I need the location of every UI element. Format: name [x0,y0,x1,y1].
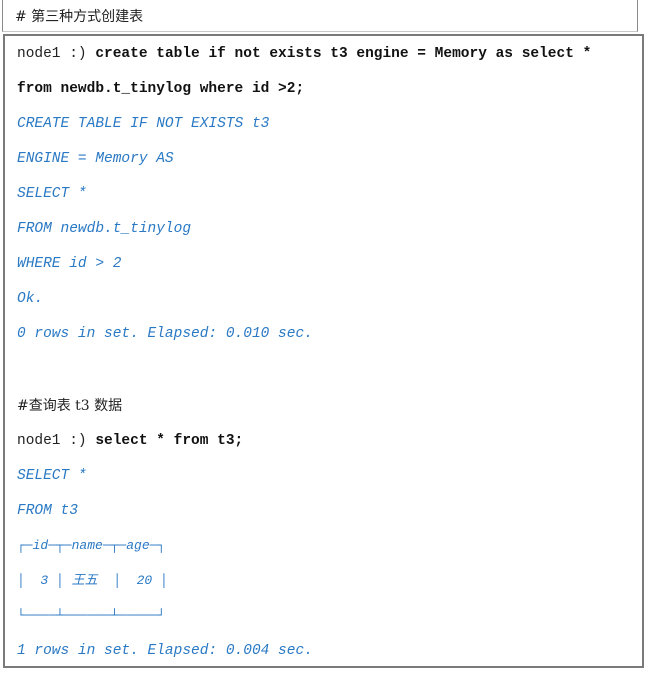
command-text: create table if not exists t3 engine = M… [95,46,592,62]
comment-line: #查询表 t3 数据 [17,398,123,414]
output-line: WHERE id > 2 [17,256,122,272]
command-line-2: from newdb.t_tinylog where id >2; [17,81,305,97]
result-table-header: ┌─id─┬─name─┬─age─┐ [17,538,166,553]
output-line: SELECT * [17,186,87,202]
elapsed-summary: 0 rows in set. Elapsed: 0.010 sec. [17,326,313,342]
output-line: FROM newdb.t_tinylog [17,221,192,237]
output-line: ENGINE = Memory AS [17,151,174,167]
output-line: CREATE TABLE IF NOT EXISTS t3 [17,116,270,132]
code-block: node1 :) create table if not exists t3 e… [3,34,644,668]
prompt: node1 :) [17,433,96,449]
result-table-row: │ 3 │ 王五 │ 20 │ [17,573,168,588]
output-line: FROM t3 [17,503,78,519]
section-heading: # 第三种方式创建表 [15,9,144,25]
output-line: Ok. [17,291,44,307]
command-line-3: node1 :) select * from t3; [17,432,243,450]
command-line-1: node1 :) create table if not exists t3 e… [17,45,591,63]
prompt: node1 :) [17,46,96,62]
elapsed-summary: 1 rows in set. Elapsed: 0.004 sec. [17,643,313,659]
heading-box: # 第三种方式创建表 [2,0,638,32]
output-line: SELECT * [17,468,87,484]
command-text: select * from t3; [95,433,244,449]
result-table-footer: └────┴──────┴─────┘ [17,608,166,623]
